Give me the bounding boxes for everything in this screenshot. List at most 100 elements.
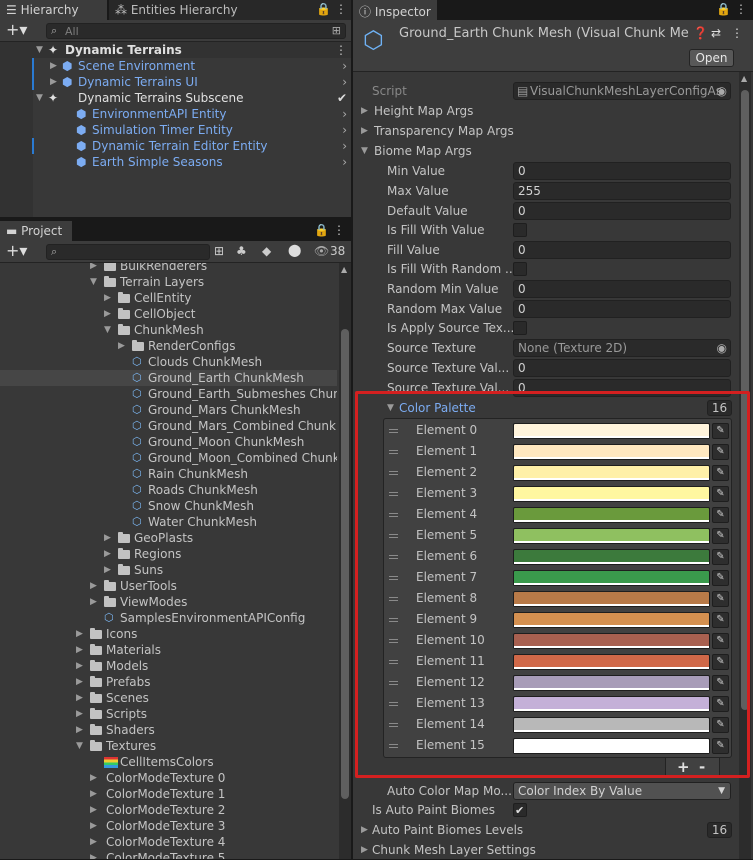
foldout-chunk-mesh-settings[interactable]: ▶ Chunk Mesh Layer Settings <box>355 840 738 860</box>
project-item[interactable]: ⬡ Ground_Mars_Combined ChunkM <box>0 418 337 434</box>
collapse-arrow-icon[interactable]: ▶ <box>104 290 111 306</box>
collapse-arrow-icon[interactable]: ▶ <box>90 834 97 850</box>
levels-size-field[interactable]: 16 <box>707 822 732 838</box>
field-input[interactable]: 0 <box>513 162 731 180</box>
project-item[interactable]: ▶ ColorModeTexture 5 <box>0 850 337 859</box>
more-icon[interactable]: ⋮ <box>731 26 743 40</box>
collapse-arrow-icon[interactable]: ▶ <box>90 818 97 834</box>
tree-row[interactable]: ▶ ⬢ Scene Environment › <box>0 58 351 74</box>
collapse-arrow-icon[interactable]: ▶ <box>90 770 97 786</box>
tree-row[interactable]: ⬢ Dynamic Terrain Editor Entity › <box>0 138 351 154</box>
tag-icon[interactable]: ◆ <box>262 244 271 258</box>
project-item[interactable]: ▶ BulkRenderers <box>0 263 337 274</box>
project-item[interactable]: ▼ ChunkMesh <box>0 322 337 338</box>
project-scrollbar-thumb[interactable] <box>341 329 349 799</box>
collapse-arrow-icon[interactable]: ▶ <box>90 850 97 859</box>
project-item[interactable]: ⬡ Roads ChunkMesh <box>0 482 337 498</box>
project-item[interactable]: ▶ ColorModeTexture 1 <box>0 786 337 802</box>
collapse-arrow-icon[interactable]: ▶ <box>90 578 97 594</box>
tree-row[interactable]: ▶ ⬢ Dynamic Terrains UI › <box>0 74 351 90</box>
collapse-arrow-icon[interactable]: ▶ <box>361 121 368 141</box>
project-item[interactable]: ▶ ViewModes <box>0 594 337 610</box>
collapse-arrow-icon[interactable]: ▶ <box>104 546 111 562</box>
project-item[interactable]: ▶ ColorModeTexture 2 <box>0 802 337 818</box>
tab-hierarchy[interactable]: ☰ Hierarchy <box>0 0 107 20</box>
checkmark-icon[interactable]: ✔ <box>337 90 347 106</box>
collapse-arrow-icon[interactable]: ▶ <box>104 562 111 578</box>
project-item[interactable]: ▶ Regions <box>0 546 337 562</box>
collapse-arrow-icon[interactable]: ▶ <box>90 263 97 274</box>
project-item[interactable]: ▼ Terrain Layers <box>0 274 337 290</box>
tab-options[interactable]: 🔒 ⋮ <box>716 2 747 16</box>
project-item[interactable]: ⬡ Ground_Earth_Submeshes Chunk <box>0 386 337 402</box>
auto-color-dropdown[interactable]: Color Index By Value ▼ <box>513 782 731 800</box>
project-item[interactable]: ▶ GeoPlasts <box>0 530 337 546</box>
collapse-arrow-icon[interactable]: ▶ <box>90 594 97 610</box>
open-button[interactable]: Open <box>689 49 734 67</box>
tree-row[interactable]: ⬢ Simulation Timer Entity › <box>0 122 351 138</box>
project-item[interactable]: ⬡ Ground_Mars ChunkMesh <box>0 402 337 418</box>
collapse-arrow-icon[interactable]: ▶ <box>90 786 97 802</box>
tab-project[interactable]: ▬ Project <box>0 221 72 241</box>
collapse-arrow-icon[interactable]: ▶ <box>361 101 368 121</box>
expand-arrow-icon[interactable]: ▼ <box>76 738 83 754</box>
collapse-arrow-icon[interactable]: ▶ <box>104 530 111 546</box>
field-input[interactable]: 0 <box>513 300 731 318</box>
project-item[interactable]: ▶ UserTools <box>0 578 337 594</box>
tree-row[interactable]: ▼ ✦ Dynamic Terrains ⋮ <box>0 42 351 58</box>
project-item[interactable]: ▶ Materials <box>0 642 337 658</box>
project-item[interactable]: ▶ RenderConfigs <box>0 338 337 354</box>
collapse-arrow-icon[interactable]: ▶ <box>361 840 368 860</box>
project-item[interactable]: ▶ Icons <box>0 626 337 642</box>
more-icon[interactable]: ⋮ <box>335 42 347 58</box>
expand-arrow-icon[interactable]: ▼ <box>36 90 43 106</box>
field-input[interactable]: None (Texture 2D) ◉ <box>513 339 731 357</box>
project-item[interactable]: ⬡ Ground_Earth ChunkMesh <box>0 370 337 386</box>
project-item[interactable]: ⬡ Water ChunkMesh <box>0 514 337 530</box>
project-item[interactable]: ▶ Shaders <box>0 722 337 738</box>
collapse-arrow-icon[interactable]: ▶ <box>76 626 83 642</box>
field-input[interactable]: 255 <box>513 182 731 200</box>
collapse-arrow-icon[interactable]: ▶ <box>76 690 83 706</box>
project-item[interactable]: ⬡ Ground_Moon_Combined ChunkM <box>0 450 337 466</box>
add-icon[interactable]: +▾ <box>6 241 27 260</box>
presets-icon[interactable]: ⇄ <box>711 26 721 40</box>
chevron-right-icon[interactable]: › <box>342 154 347 170</box>
chevron-right-icon[interactable]: › <box>342 122 347 138</box>
project-item[interactable]: ▶ Models <box>0 658 337 674</box>
project-item[interactable]: ▶ Scenes <box>0 690 337 706</box>
help-icon[interactable]: ❓ <box>693 26 708 40</box>
object-picker-icon[interactable]: ◉ <box>717 83 727 99</box>
warning-icon[interactable]: ⬤ <box>288 243 301 257</box>
tab-inspector[interactable]: ⓘ Inspector <box>353 0 437 20</box>
project-item[interactable]: ⬡ Rain ChunkMesh <box>0 466 337 482</box>
tree-row[interactable]: ▼ ✦ Dynamic Terrains Subscene ✔ <box>0 90 351 106</box>
chevron-right-icon[interactable]: › <box>342 58 347 74</box>
project-item[interactable]: ⬡ SamplesEnvironmentAPIConfig <box>0 610 337 626</box>
expand-arrow-icon[interactable]: ▼ <box>361 141 368 161</box>
script-field[interactable]: ▤ VisualChunkMeshLayerConfigAs ◉ <box>513 82 731 100</box>
project-item[interactable]: ▶ CellEntity <box>0 290 337 306</box>
project-item[interactable]: ▶ ColorModeTexture 4 <box>0 834 337 850</box>
add-icon[interactable]: +▾ <box>6 20 27 39</box>
collapse-arrow-icon[interactable]: ▶ <box>76 674 83 690</box>
collapse-arrow-icon[interactable]: ▶ <box>118 338 125 354</box>
collapse-arrow-icon[interactable]: ▶ <box>50 74 57 90</box>
expand-arrow-icon[interactable]: ▼ <box>36 42 43 58</box>
field-input[interactable]: 0 <box>513 359 731 377</box>
collapse-arrow-icon[interactable]: ▶ <box>76 722 83 738</box>
search-options-icon[interactable]: ⊞ <box>332 24 341 37</box>
collapse-arrow-icon[interactable]: ▶ <box>76 706 83 722</box>
tab-options[interactable]: 🔒 ⋮ <box>314 223 345 237</box>
project-item[interactable]: ⬡ Snow ChunkMesh <box>0 498 337 514</box>
collapse-arrow-icon[interactable]: ▶ <box>76 658 83 674</box>
collapse-arrow-icon[interactable]: ▶ <box>361 820 368 840</box>
project-scrollbar[interactable]: ▲ <box>339 263 351 859</box>
project-item[interactable]: ▶ CellObject <box>0 306 337 322</box>
project-item[interactable]: ▶ Prefabs <box>0 674 337 690</box>
project-item[interactable]: ▼ Textures <box>0 738 337 754</box>
project-item[interactable]: ⬡ Clouds ChunkMesh <box>0 354 337 370</box>
project-item[interactable]: ▶ ColorModeTexture 0 <box>0 770 337 786</box>
scroll-up-icon[interactable]: ▲ <box>741 74 747 83</box>
project-search-input[interactable]: ⌕ <box>46 244 210 260</box>
